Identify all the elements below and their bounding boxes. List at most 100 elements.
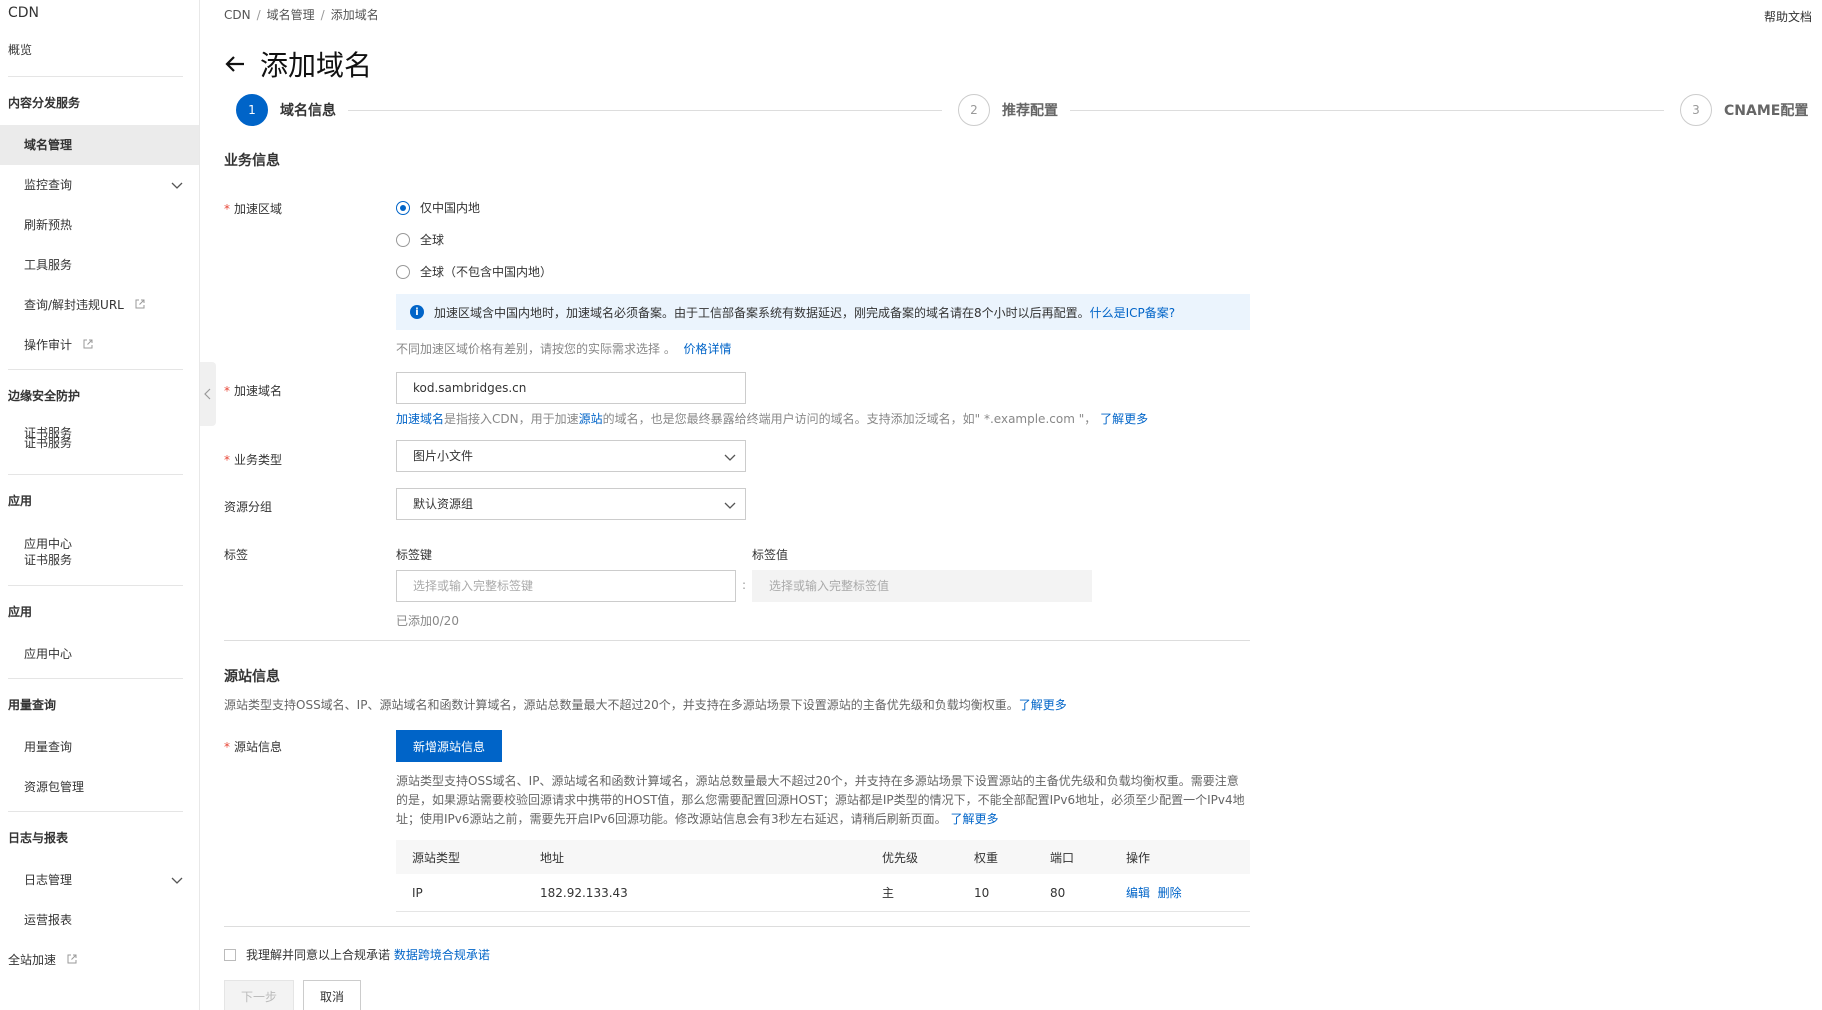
radio-region-mainland[interactable]: 仅中国内地 bbox=[396, 199, 480, 216]
domain-hint-link[interactable]: 加速域名 bbox=[396, 412, 444, 426]
domain-hint: 加速域名是指接入CDN，用于加速源站的域名，也是您最终暴露给终端用户访问的域名。… bbox=[396, 412, 1149, 426]
learn-more-link[interactable]: 了解更多 bbox=[951, 812, 999, 826]
sidebar-item-cert[interactable]: 证书服务 证书服务 bbox=[0, 418, 199, 470]
section-divider bbox=[224, 640, 1250, 641]
form-label-business-type: * 业务类型 bbox=[224, 453, 283, 467]
sidebar-item-domain-management[interactable]: 域名管理 bbox=[0, 125, 199, 165]
breadcrumb: CDN / 域名管理 / 添加域名 bbox=[224, 8, 379, 22]
sidebar-item-tools[interactable]: 工具服务 bbox=[0, 245, 199, 285]
sidebar-item-package[interactable]: 资源包管理 bbox=[0, 767, 199, 807]
sidebar-item-app-center[interactable]: 应用中心 证书服务 bbox=[0, 523, 199, 581]
tag-value-input bbox=[752, 570, 1092, 602]
cell-actions: 编辑 删除 bbox=[1126, 884, 1182, 901]
external-link-icon bbox=[83, 339, 93, 349]
sidebar-item-label: 操作审计 bbox=[24, 338, 73, 352]
radio-label: 全球（不包含中国内地） bbox=[420, 265, 553, 279]
form-label-domain: * 加速域名 bbox=[224, 384, 283, 398]
step-label: CNAME配置 bbox=[1724, 103, 1809, 119]
chevron-left-icon bbox=[204, 388, 211, 400]
page-title-text: 添加域名 bbox=[260, 49, 373, 82]
radio-region-global-excl-mainland[interactable]: 全球（不包含中国内地） bbox=[396, 263, 552, 280]
learn-more-link[interactable]: 了解更多 bbox=[1100, 412, 1148, 426]
section-title-origin: 源站信息 bbox=[224, 669, 280, 685]
step-label: 推荐配置 bbox=[1002, 103, 1058, 119]
tag-key-input[interactable] bbox=[396, 570, 736, 602]
form-label-resource-group: 资源分组 bbox=[224, 500, 273, 514]
sidebar-item-audit[interactable]: 操作审计 bbox=[0, 325, 199, 365]
sidebar-section-app-2: 应用 bbox=[8, 605, 33, 619]
cancel-button[interactable]: 取消 bbox=[303, 980, 361, 1010]
step-label: 域名信息 bbox=[280, 103, 336, 119]
section-divider bbox=[224, 926, 1250, 927]
sidebar-item-label: 证书服务 bbox=[24, 436, 73, 450]
step-connector bbox=[348, 110, 942, 111]
radio-label: 仅中国内地 bbox=[420, 201, 481, 215]
column-header: 优先级 bbox=[882, 850, 919, 865]
back-arrow-icon[interactable] bbox=[224, 53, 246, 75]
info-icon: i bbox=[410, 305, 424, 319]
edit-origin-link[interactable]: 编辑 bbox=[1126, 886, 1150, 900]
form-label-region: * 加速区域 bbox=[224, 202, 283, 216]
tag-colon: : bbox=[742, 578, 747, 592]
sidebar-item-monitor[interactable]: 监控查询 bbox=[0, 165, 199, 205]
column-header: 权重 bbox=[974, 850, 999, 865]
sidebar-item-log-management[interactable]: 日志管理 bbox=[0, 860, 199, 900]
domain-input[interactable] bbox=[396, 372, 746, 404]
delete-origin-link[interactable]: 删除 bbox=[1158, 886, 1182, 900]
agreement-link[interactable]: 数据跨境合规承诺 bbox=[394, 946, 490, 963]
resource-group-select[interactable]: 默认资源组 bbox=[396, 488, 746, 520]
radio-region-global[interactable]: 全球 bbox=[396, 231, 444, 248]
radio-dot bbox=[396, 200, 410, 215]
table-header: 源站类型 地址 优先级 权重 端口 操作 bbox=[396, 840, 1250, 874]
sidebar: CDN 概览 内容分发服务 域名管理 监控查询 刷新预热 工具服务 查询/解封违… bbox=[0, 0, 200, 1010]
help-docs-link[interactable]: 帮助文档 bbox=[1764, 8, 1812, 25]
price-details-link[interactable]: 价格详情 bbox=[683, 342, 731, 356]
step-recommended-config: 2 推荐配置 bbox=[958, 94, 1058, 126]
radio-dot bbox=[396, 232, 410, 247]
step-domain-info: 1 域名信息 bbox=[236, 94, 336, 126]
form-label-tags: 标签 bbox=[224, 548, 249, 562]
sidebar-section-logs: 日志与报表 bbox=[8, 831, 69, 845]
sidebar-item-label: 查询/解封违规URL bbox=[24, 298, 124, 312]
next-button: 下一步 bbox=[224, 980, 294, 1010]
section-title-business: 业务信息 bbox=[224, 153, 280, 169]
business-type-select[interactable]: 图片小文件 bbox=[396, 440, 746, 472]
select-value: 图片小文件 bbox=[413, 449, 474, 463]
sidebar-item-url-check[interactable]: 查询/解封违规URL bbox=[0, 285, 199, 325]
breadcrumb-item: 添加域名 bbox=[330, 8, 379, 22]
sidebar-section-usage: 用量查询 bbox=[8, 698, 57, 712]
sidebar-item-label: 日志管理 bbox=[24, 873, 73, 887]
breadcrumb-item[interactable]: CDN bbox=[224, 8, 251, 22]
table-row: IP 182.92.133.43 主 10 80 编辑 删除 bbox=[396, 874, 1250, 912]
sidebar-item-label: 证书服务 bbox=[24, 553, 73, 567]
tag-value-label: 标签值 bbox=[752, 548, 789, 562]
sidebar-item-label: 监控查询 bbox=[24, 178, 73, 192]
origin-subtitle: 源站类型支持OSS域名、IP、源站域名和函数计算域名，源站总数量最大不超过20个… bbox=[224, 698, 1067, 712]
sidebar-item-dcdn[interactable]: 全站加速 bbox=[0, 940, 199, 980]
cell-priority: 主 bbox=[882, 886, 895, 900]
sidebar-item-report[interactable]: 运营报表 bbox=[0, 900, 199, 940]
icp-info-link[interactable]: 什么是ICP备案? bbox=[1090, 304, 1176, 321]
radio-label: 全球 bbox=[420, 233, 445, 247]
sidebar-collapse-handle[interactable] bbox=[200, 362, 216, 426]
sidebar-item-overview[interactable]: 概览 bbox=[0, 38, 199, 72]
agreement-checkbox[interactable] bbox=[224, 948, 236, 961]
step-number: 1 bbox=[236, 94, 268, 126]
sidebar-item-label: 应用中心 bbox=[24, 537, 73, 551]
sidebar-section-app: 应用 bbox=[8, 494, 33, 508]
price-hint: 不同加速区域价格有差别，请按您的实际需求选择 。 价格详情 bbox=[396, 342, 732, 356]
learn-more-link[interactable]: 了解更多 bbox=[1019, 698, 1067, 712]
breadcrumb-item[interactable]: 域名管理 bbox=[267, 8, 315, 22]
sidebar-item-app-center-2[interactable]: 应用中心 bbox=[0, 634, 199, 674]
cell-weight: 10 bbox=[974, 885, 990, 900]
origin-hint-link[interactable]: 源站 bbox=[579, 412, 603, 426]
column-header: 源站类型 bbox=[412, 850, 461, 865]
add-origin-button[interactable]: 新增源站信息 bbox=[396, 730, 502, 762]
cell-port: 80 bbox=[1050, 885, 1066, 900]
external-link-icon bbox=[67, 954, 77, 964]
info-text: 加速区域含中国内地时，加速域名必须备案。由于工信部备案系统有数据延迟，刚完成备案… bbox=[434, 305, 1090, 320]
sidebar-item-usage[interactable]: 用量查询 bbox=[0, 727, 199, 767]
column-header: 地址 bbox=[540, 850, 565, 865]
sidebar-item-refresh[interactable]: 刷新预热 bbox=[0, 205, 199, 245]
sidebar-title: CDN bbox=[8, 5, 40, 21]
